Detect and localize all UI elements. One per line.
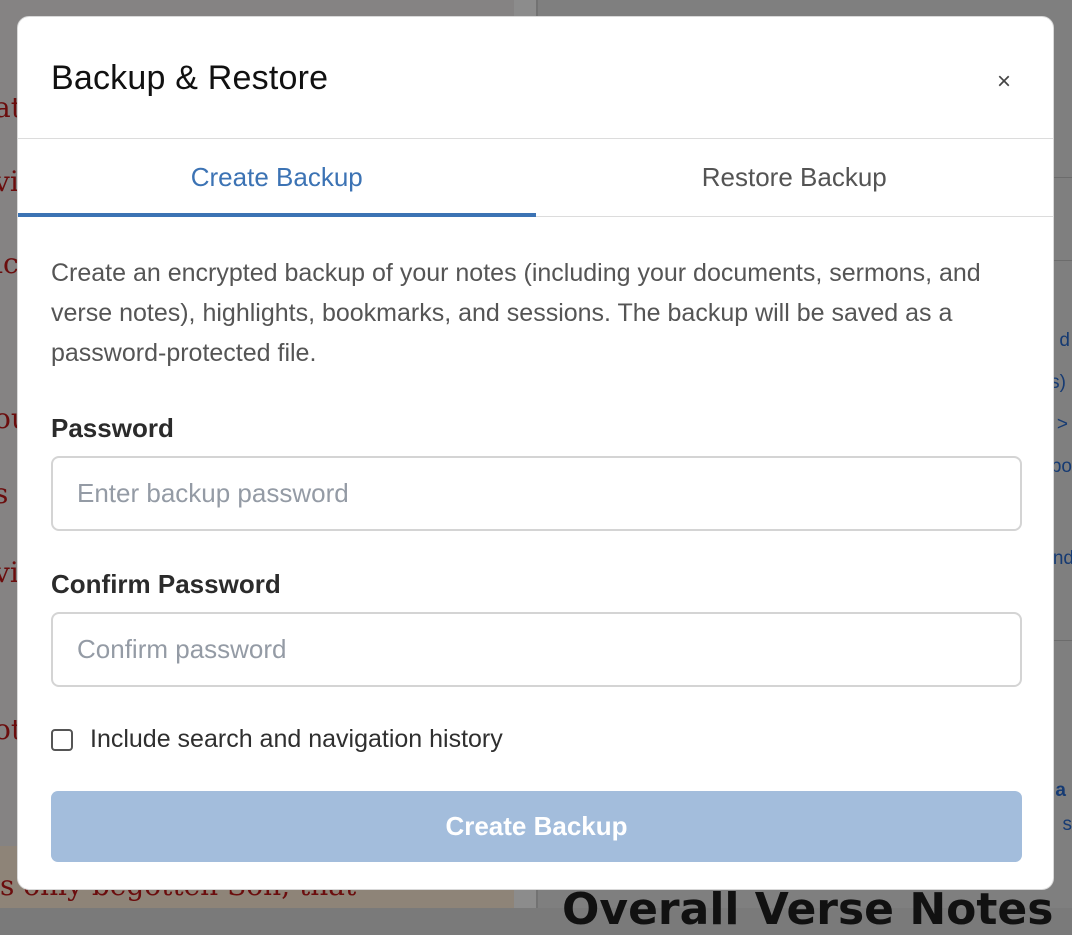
dialog-header: Backup & Restore × bbox=[18, 17, 1053, 139]
create-backup-button[interactable]: Create Backup bbox=[51, 791, 1022, 862]
confirm-password-input[interactable] bbox=[51, 612, 1022, 687]
scripture-text-fragment: s bbox=[0, 480, 8, 508]
include-history-checkbox[interactable] bbox=[51, 729, 73, 751]
notes-text-fragment: nd bbox=[1053, 548, 1072, 570]
notes-text-fragment: > bbox=[1057, 414, 1068, 436]
tab-create-backup[interactable]: Create Backup bbox=[18, 139, 536, 216]
notes-text-fragment: s bbox=[1063, 814, 1072, 836]
tab-restore-backup[interactable]: Restore Backup bbox=[536, 139, 1054, 216]
close-icon: × bbox=[997, 68, 1011, 95]
notes-text-fragment: a bbox=[1055, 780, 1066, 802]
include-history-label[interactable]: Include search and navigation history bbox=[90, 725, 503, 754]
notes-text-fragment: bo bbox=[1051, 456, 1072, 478]
backup-restore-dialog: Backup & Restore × Create Backup Restore… bbox=[17, 16, 1054, 890]
dialog-body: Create an encrypted backup of your notes… bbox=[18, 217, 1053, 862]
scripture-text-fragment: ic bbox=[0, 250, 19, 278]
close-button[interactable]: × bbox=[989, 67, 1019, 97]
scripture-text-fragment: vi bbox=[0, 168, 19, 196]
password-input[interactable] bbox=[51, 456, 1022, 531]
password-label: Password bbox=[51, 413, 1020, 444]
scripture-text-fragment: vi bbox=[0, 559, 19, 587]
confirm-password-label: Confirm Password bbox=[51, 569, 1020, 600]
notes-heading: Overall Verse Notes bbox=[562, 884, 1053, 935]
dialog-title: Backup & Restore bbox=[51, 59, 328, 98]
include-history-option[interactable]: Include search and navigation history bbox=[51, 725, 1020, 754]
notes-text-fragment: d bbox=[1059, 330, 1070, 352]
backup-description: Create an encrypted backup of your notes… bbox=[51, 253, 1001, 373]
dialog-tabs: Create Backup Restore Backup bbox=[18, 139, 1053, 217]
